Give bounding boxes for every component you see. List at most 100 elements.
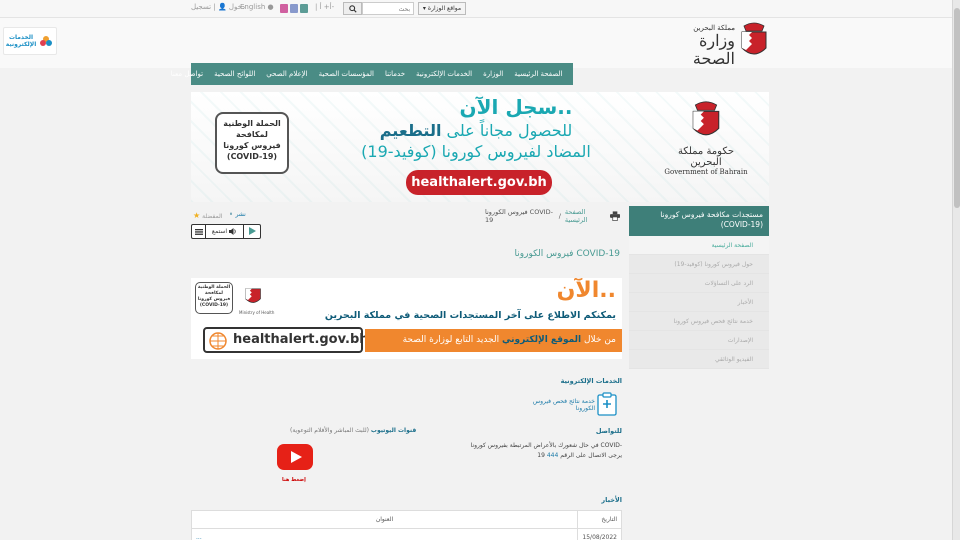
gov-name-en: Government of Bahrain: [664, 168, 748, 176]
sidebar-item-news[interactable]: الأخبار: [629, 293, 769, 312]
ministry-logo-text: مملكة البحرين وزارة الصحة: [652, 24, 735, 68]
register-link[interactable]: تسجيل: [191, 3, 211, 11]
sidebar-item-home[interactable]: الصفحة الرئيسية: [629, 236, 769, 255]
banner2-orange-strip: من خلال الموقع الإلكتروني الجديد التابع …: [365, 329, 622, 352]
contrast-swatch-2[interactable]: [290, 4, 298, 13]
breadcrumb-current: فيروس الكورونا COVID-19: [485, 208, 553, 224]
contrast-swatch-3[interactable]: [300, 4, 308, 13]
page-title: فيروس الكورونا COVID-19: [514, 249, 621, 259]
nav-contact-us[interactable]: تواصل معنا: [165, 70, 208, 78]
campaign-box: الحملة الوطنية لمكافحة فيروس كورونا (COV…: [215, 112, 289, 174]
contact-number[interactable]: 444: [547, 452, 558, 459]
player-menu-button[interactable]: [192, 225, 206, 238]
orange-prefix: من خلال: [583, 335, 616, 345]
sidebar-item-test-results[interactable]: خدمة نتائج فحص فيروس كورونا: [629, 312, 769, 331]
site-header: الخدمات الإلكترونية مملكة البحرين وزارة …: [0, 18, 952, 68]
menu-icon: [194, 228, 203, 235]
scrollbar-thumb[interactable]: [954, 8, 960, 208]
eservices-line2: الإلكترونية: [5, 41, 37, 48]
news-table: العنوان التاريخ ... 15/08/2022: [191, 510, 622, 540]
contact-text: في حال شعورك بالأعراض المرتبطة بفيروس كو…: [470, 441, 622, 461]
login-register[interactable]: دخول 👤 | تسجيل: [191, 3, 245, 11]
listen-label: استمع: [211, 228, 228, 235]
news-row-title[interactable]: ...: [191, 528, 578, 540]
bahrain-emblem-icon: [741, 22, 767, 55]
ministry-sites-dropdown[interactable]: ▾ مواقع الوزارة: [418, 2, 466, 15]
campaign-line4: (COVID-19): [226, 152, 278, 161]
gov-name-ar: حكومة مملكة البحرين: [677, 146, 735, 168]
youtube-icon[interactable]: [277, 444, 313, 470]
nav-our-services[interactable]: خدماتنا: [379, 70, 410, 78]
campaign-line2: لمكافحة: [236, 130, 268, 139]
test-results-link[interactable]: خدمة نتائج فحص فيروس الكورونا: [515, 398, 595, 412]
col-title-header: العنوان: [191, 510, 578, 529]
ministry-of-health-text: Ministry of Health: [239, 310, 275, 315]
orange-bold: الموقع الإلكتروني: [502, 335, 582, 345]
page-scrollbar[interactable]: [952, 0, 960, 540]
sidebar-item-documentary[interactable]: الفيديو الوثائقي: [629, 350, 769, 369]
vaccine-banner[interactable]: الحملة الوطنية لمكافحة فيروس كورونا (COV…: [191, 92, 769, 202]
search-button[interactable]: [343, 2, 362, 15]
banner2-now: الآن..: [556, 278, 616, 303]
nav-health-facilities[interactable]: المؤسسات الصحية: [313, 70, 379, 78]
caret-down-icon: ▾: [422, 5, 426, 12]
campaign-line1: الحملة الوطنية: [223, 119, 281, 128]
nav-health-regulations[interactable]: اللوائح الصحية: [209, 70, 261, 78]
nav-home[interactable]: الصفحة الرئيسية: [509, 70, 568, 78]
language-switch[interactable]: English ●: [240, 3, 274, 11]
favorite-link[interactable]: ★ المفضلة: [193, 211, 223, 220]
banner-url-button[interactable]: healthalert.gov.bh: [406, 170, 552, 195]
globe-icon: [209, 332, 227, 350]
eservices-badge[interactable]: الخدمات الإلكترونية: [3, 27, 57, 55]
breadcrumb-separator: /: [558, 212, 561, 220]
table-row[interactable]: ... 15/08/2022: [191, 528, 622, 540]
nav-health-media[interactable]: الإعلام الصحي: [261, 70, 313, 78]
banner-line2: للحصول مجاناً على التطعيم: [341, 121, 611, 140]
contrast-swatch-1[interactable]: [280, 4, 288, 13]
sidebar-menu: الصفحة الرئيسية حول فيروس كورونا (كوفيد-…: [629, 236, 769, 369]
youtube-section-title: (للبث المباشر والأفلام التوعوية) قنوات ا…: [290, 427, 416, 434]
user-icon: 👤: [217, 3, 227, 11]
listen-button[interactable]: استمع: [206, 225, 244, 238]
news-table-header: العنوان التاريخ: [191, 510, 622, 529]
banner2-url[interactable]: healthalert.gov.bh: [203, 327, 369, 353]
breadcrumb-home[interactable]: الصفحة الرئيسية: [565, 208, 606, 224]
sidebar-item-about-covid[interactable]: حول فيروس كورونا (كوفيد-19): [629, 255, 769, 274]
sidebar-item-publications[interactable]: الإصدارات: [629, 331, 769, 350]
nav-eservices[interactable]: الخدمات الإلكترونية: [411, 70, 478, 78]
top-bar: دخول 👤 | تسجيل English ● | أ+ أ- ▾ مواقع…: [0, 0, 952, 18]
font-size-controls[interactable]: | أ+ أ-: [315, 3, 334, 11]
breadcrumb: الصفحة الرئيسية / فيروس الكورونا COVID-1…: [485, 208, 620, 224]
share-link[interactable]: ⚬ نشر: [229, 211, 246, 220]
banner-line2-bold: التطعيم: [379, 121, 442, 140]
readspeaker-player: استمع: [191, 224, 261, 239]
col-date-header: التاريخ: [577, 510, 622, 529]
eservices-section-title: الخدمات الإلكترونية: [560, 377, 622, 385]
contact-section-title: للتواصل: [595, 427, 622, 435]
eservices-line1: الخدمات: [8, 34, 34, 41]
search-input[interactable]: [362, 2, 414, 15]
small-campaign-line4: (COVID-19): [199, 303, 229, 308]
banner2-url-text: healthalert.gov.bh: [233, 332, 369, 347]
government-logo: حكومة مملكة البحرين Government of Bahrai…: [661, 100, 751, 188]
print-icon[interactable]: [609, 211, 620, 221]
banner-line3: المضاد لفيروس كورونا (كوفيد-19): [361, 142, 591, 161]
banner2-line: يمكنكم الاطلاع على آخر المستجدات الصحية …: [324, 310, 616, 321]
campaign-box-small: الحملة الوطنية لمكافحة فيروس كورونا (COV…: [195, 282, 233, 314]
youtube-title-bold: قنوات اليوتيوب: [370, 427, 417, 434]
login-separator: |: [213, 3, 216, 11]
play-button[interactable]: [244, 226, 260, 237]
main-nav: الصفحة الرئيسية الوزارة الخدمات الإلكترو…: [171, 63, 573, 85]
sidebar-item-faq[interactable]: الرد على التساؤلات: [629, 274, 769, 293]
ministry-sites-label: مواقع الوزارة: [427, 5, 462, 12]
search-icon: [348, 4, 357, 13]
test-results-icon[interactable]: [597, 392, 617, 416]
nav-ministry[interactable]: الوزارة: [478, 70, 509, 78]
youtube-click-here[interactable]: إضغط هنا: [282, 477, 306, 483]
eservices-logo-icon: [40, 36, 53, 46]
sidebar-heading: مستجدات مكافحة فيروس كورونا (COVID-19): [629, 206, 769, 236]
language-link[interactable]: English: [240, 3, 265, 11]
healthalert-banner[interactable]: الحملة الوطنية لمكافحة فيروس كورونا (COV…: [191, 278, 622, 359]
youtube-title-rest: (للبث المباشر والأفلام التوعوية): [290, 427, 369, 434]
ministry-logo[interactable]: مملكة البحرين وزارة الصحة: [652, 20, 770, 68]
